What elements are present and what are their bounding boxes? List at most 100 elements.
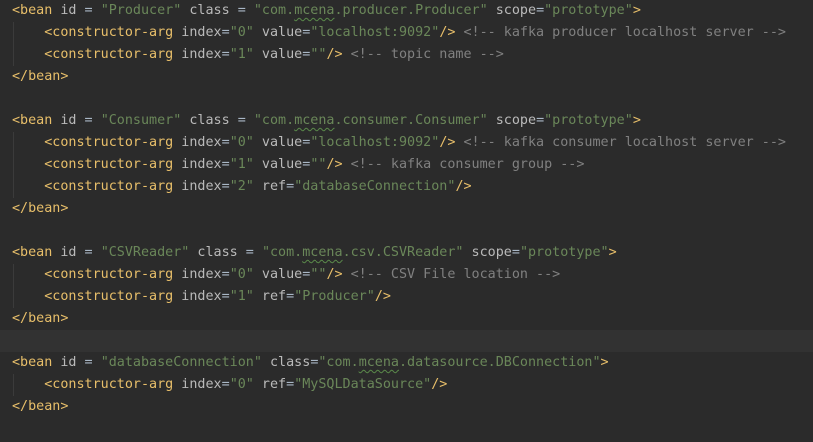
bean-open-tag: <bean [12, 355, 53, 370]
equals: = [221, 267, 230, 282]
bean-open-tag: <bean [12, 113, 53, 128]
code-line-2[interactable]: <constructor-arg index="0" value="localh… [0, 22, 813, 44]
bean-close-tag: </bean> [12, 201, 69, 216]
self-close: /> [326, 47, 343, 62]
attr-index: index [173, 179, 222, 194]
self-close: /> [326, 157, 343, 172]
code-editor[interactable]: <bean id = "Producer" class = "com.mcena… [0, 0, 813, 442]
code-line-14[interactable]: <constructor-arg index="1" ref="Producer… [0, 286, 813, 308]
attr-value-value: "" [310, 47, 327, 62]
attr-index: index [173, 289, 222, 304]
comment: <!-- kafka consumer group --> [342, 157, 585, 172]
equals: = [76, 3, 101, 18]
attr-value: value [253, 135, 303, 150]
constructor-arg-tag: <constructor-arg [44, 267, 174, 282]
attr-value-index: "0" [229, 25, 254, 40]
code-line-10[interactable]: </bean> [0, 198, 813, 220]
attr-value: value [253, 157, 303, 172]
typo-word: mcena [358, 355, 399, 370]
indent-guide [13, 176, 14, 198]
attr-value-index: "0" [229, 377, 254, 392]
equals: = [286, 289, 295, 304]
equals: = [221, 25, 230, 40]
constructor-arg-tag: <constructor-arg [44, 47, 174, 62]
typo-word: mcena [294, 113, 335, 128]
code-line-8[interactable]: <constructor-arg index="1" value=""/> <!… [0, 154, 813, 176]
attr-scope: scope [487, 3, 537, 18]
attr-value-id: "Producer" [100, 3, 182, 18]
equals: = [221, 289, 230, 304]
attr-id: id [52, 3, 77, 18]
attr-value-class: "com. [261, 245, 303, 260]
code-line-16-current[interactable] [0, 330, 813, 352]
attr-class: class [189, 245, 238, 260]
constructor-arg-tag: <constructor-arg [44, 377, 174, 392]
code-line-6[interactable]: <bean id = "Consumer" class = "com.mcena… [0, 110, 813, 132]
attr-value-value: "" [310, 267, 327, 282]
attr-class: class [181, 3, 230, 18]
code-line-1[interactable]: <bean id = "Producer" class = "com.mcena… [0, 0, 813, 22]
constructor-arg-tag: <constructor-arg [44, 135, 174, 150]
attr-value-class: .consumer.Consumer" [334, 113, 488, 128]
attr-index: index [173, 25, 222, 40]
attr-value-value: "localhost:9092" [310, 25, 440, 40]
indent-guide [13, 22, 14, 44]
self-close: /> [455, 179, 472, 194]
attr-scope: scope [487, 113, 537, 128]
self-close: /> [326, 267, 343, 282]
code-line-19[interactable]: </bean> [0, 396, 813, 418]
attr-value: value [253, 25, 303, 40]
equals: = [286, 179, 295, 194]
attr-scope: scope [463, 245, 512, 260]
bean-close-tag: </bean> [12, 311, 69, 326]
code-line-3[interactable]: <constructor-arg index="1" value=""/> <!… [0, 44, 813, 66]
attr-value-value: "" [310, 157, 327, 172]
equals: = [221, 377, 230, 392]
code-line-12[interactable]: <bean id = "CSVReader" class = "com.mcen… [0, 242, 813, 264]
attr-index: index [173, 267, 222, 282]
indent-guide [13, 286, 14, 308]
equals: = [511, 245, 520, 260]
equals: = [536, 3, 545, 18]
self-close: /> [439, 25, 456, 40]
attr-value: value [253, 47, 303, 62]
attr-value-class: "com. [253, 113, 295, 128]
code-line-9[interactable]: <constructor-arg index="2" ref="database… [0, 176, 813, 198]
code-line-11[interactable] [0, 220, 813, 242]
attr-value-index: "1" [229, 47, 254, 62]
equals: = [229, 3, 254, 18]
attr-value-index: "1" [229, 289, 254, 304]
attr-id: id [52, 355, 77, 370]
attr-ref: ref [253, 289, 287, 304]
attr-class: class [261, 355, 311, 370]
constructor-arg-tag: <constructor-arg [44, 157, 174, 172]
attr-value-class: .datasource.DBConnection" [399, 355, 601, 370]
indent-guide [13, 132, 14, 154]
attr-value-class: "com. [318, 355, 359, 370]
bean-open-tag: <bean [12, 3, 53, 18]
code-line-15[interactable]: </bean> [0, 308, 813, 330]
tag-close: > [632, 113, 641, 128]
code-line-17[interactable]: <bean id = "databaseConnection" class="c… [0, 352, 813, 374]
code-line-4[interactable]: </bean> [0, 66, 813, 88]
code-line-5[interactable] [0, 88, 813, 110]
comment: <!-- topic name --> [342, 47, 504, 62]
typo-word: mcena [302, 245, 343, 260]
bean-close-tag: </bean> [12, 399, 69, 414]
attr-value-class: .producer.Producer" [334, 3, 488, 18]
attr-value: value [253, 267, 303, 282]
attr-index: index [173, 377, 222, 392]
code-line-18[interactable]: <constructor-arg index="0" ref="MySQLDat… [0, 374, 813, 396]
attr-value-id: "Consumer" [100, 113, 182, 128]
self-close: /> [374, 289, 391, 304]
attr-value-index: "2" [229, 179, 254, 194]
indent-guide [13, 154, 14, 176]
attr-value-index: "0" [229, 135, 254, 150]
code-line-13[interactable]: <constructor-arg index="0" value=""/> <!… [0, 264, 813, 286]
tag-close: > [608, 245, 617, 260]
code-line-7[interactable]: <constructor-arg index="0" value="localh… [0, 132, 813, 154]
attr-ref: ref [253, 377, 287, 392]
equals: = [221, 157, 230, 172]
bean-open-tag: <bean [12, 245, 53, 260]
tag-close: > [600, 355, 609, 370]
